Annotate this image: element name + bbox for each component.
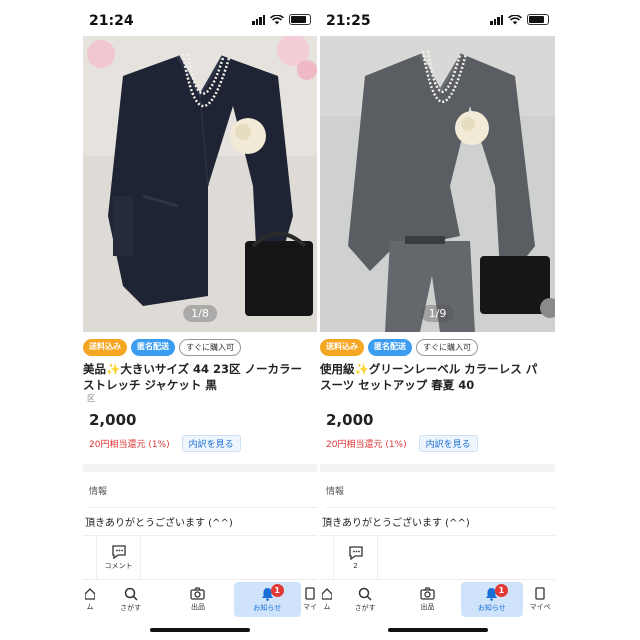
product-photo[interactable]: 1/8 [83, 36, 317, 332]
tab-search-label: さがす [354, 603, 376, 612]
image-pager: 1/9 [420, 305, 455, 322]
comment-label: コメント [104, 562, 133, 570]
tab-search[interactable]: さがす [97, 580, 164, 619]
instant-buy-badge: すぐに購入可 [416, 339, 478, 356]
section-divider [83, 464, 317, 472]
search-icon [358, 587, 372, 601]
search-icon [124, 587, 138, 601]
tab-mypage-label: マイ [302, 603, 317, 611]
badge-row: 送料込み 匿名配送 すぐに購入可 [83, 332, 317, 356]
status-bar: 21:25 [320, 6, 555, 36]
status-bar: 21:24 [83, 6, 317, 36]
status-time: 21:25 [326, 13, 371, 29]
mypage-icon [305, 587, 315, 600]
wifi-icon [270, 14, 284, 24]
comparison-canvas: 21:24 1/8 送料込み 匿名配送 すぐに購入可 美品✨大きいサイズ 44 … [0, 0, 640, 640]
tab-mypage[interactable]: マイペ [525, 580, 555, 619]
product-description: 頂きありがとうございます (^^) [322, 507, 555, 529]
like-cell[interactable] [83, 536, 97, 580]
product-title-line1: 美品✨大きいサイズ 44 23区 ノーカラー [83, 362, 302, 376]
points-return: 20円相当還元 (1%) [89, 440, 170, 450]
product-price: 2,000 [326, 411, 374, 429]
comment-icon [348, 546, 363, 560]
breakdown-button[interactable]: 内訳を見る [181, 435, 241, 452]
tab-home-label: ム [323, 602, 331, 611]
product-description: 頂きありがとうございます (^^) [85, 507, 317, 529]
image-pager: 1/8 [183, 305, 217, 322]
tab-sell[interactable]: 出品 [396, 580, 458, 619]
tab-sell-label: 出品 [420, 603, 435, 611]
tab-notifications[interactable]: 1 お知らせ [460, 582, 523, 617]
comment-count: 2 [353, 562, 358, 570]
tab-mypage-label: マイペ [529, 603, 551, 611]
bottom-tab-bar: ム さがす 出品 1 お知らせ マイ [83, 579, 317, 619]
points-return: 20円相当還元 (1%) [326, 440, 407, 450]
camera-icon [420, 587, 435, 600]
like-cell[interactable] [320, 536, 334, 580]
tab-home[interactable]: ム [83, 580, 97, 619]
signal-icon [252, 14, 265, 25]
wifi-icon [508, 14, 522, 24]
product-price: 2,000 [89, 411, 137, 429]
comment-icon [111, 545, 126, 559]
breakdown-button[interactable]: 内訳を見る [418, 435, 478, 452]
bottom-tab-bar: ム さがす 出品 1 お知らせ マイペ [320, 579, 555, 619]
description-text: 頂きありがとうございます (^^) [322, 518, 470, 529]
status-time: 21:24 [89, 13, 134, 29]
shipping-included-badge: 送料込み [320, 339, 364, 356]
camera-icon [190, 587, 206, 600]
product-title: 美品✨大きいサイズ 44 23区 ノーカラー ストレッチ ジャケット 黒 [83, 356, 317, 393]
tab-home[interactable]: ム [320, 580, 334, 619]
brand-link[interactable]: 区 [87, 393, 317, 405]
tab-sell-label: 出品 [190, 603, 205, 611]
shipping-included-badge: 送料込み [83, 339, 127, 356]
action-bar: 2 [320, 535, 555, 580]
comment-button[interactable]: コメント [97, 536, 141, 580]
instant-buy-badge: すぐに購入可 [179, 339, 241, 356]
brand-link[interactable] [324, 393, 555, 405]
battery-icon [289, 14, 311, 25]
product-info-heading: 情報 [89, 487, 108, 497]
home-indicator [150, 628, 250, 632]
product-title-line2: ストレッチ ジャケット 黒 [83, 378, 217, 392]
tab-notifications-label: お知らせ [253, 603, 282, 612]
battery-icon [527, 14, 549, 25]
action-bar: コメント [83, 535, 317, 580]
product-info-heading: 情報 [326, 487, 345, 497]
tab-home-label: ム [86, 602, 94, 611]
section-divider [320, 464, 555, 472]
left-phone-screen: 21:24 1/8 送料込み 匿名配送 すぐに購入可 美品✨大きいサイズ 44 … [83, 6, 317, 636]
mypage-icon [535, 587, 545, 600]
right-phone-screen: 21:25 1/9 送料込み 匿名配送 すぐに購入可 使用級✨グリーンレーベル … [320, 6, 555, 636]
product-photo[interactable]: 1/9 [320, 36, 555, 332]
anonymous-shipping-badge: 匿名配送 [368, 339, 412, 356]
tab-notifications[interactable]: 1 お知らせ [233, 582, 301, 617]
notification-count-badge: 1 [270, 584, 284, 597]
product-title: 使用級✨グリーンレーベル カラーレス パ スーツ セットアップ 春夏 40 [320, 356, 555, 393]
tab-search-label: さがす [120, 603, 142, 612]
home-indicator [387, 628, 488, 632]
tab-notifications-label: お知らせ [477, 603, 506, 612]
description-text: 頂きありがとうございます (^^) [85, 518, 233, 529]
comment-button[interactable]: 2 [334, 536, 378, 580]
notification-count-badge: 1 [494, 584, 508, 597]
tab-mypage[interactable]: マイ [303, 580, 317, 619]
home-icon [85, 587, 95, 600]
signal-icon [490, 14, 503, 25]
tab-search[interactable]: さがす [334, 580, 396, 619]
badge-row: 送料込み 匿名配送 すぐに購入可 [320, 332, 555, 356]
anonymous-shipping-badge: 匿名配送 [131, 339, 175, 356]
product-title-line2: スーツ セットアップ 春夏 40 [320, 378, 475, 392]
tab-sell[interactable]: 出品 [164, 580, 231, 619]
product-title-line1: 使用級✨グリーンレーベル カラーレス パ [320, 362, 538, 376]
home-icon [322, 587, 332, 600]
